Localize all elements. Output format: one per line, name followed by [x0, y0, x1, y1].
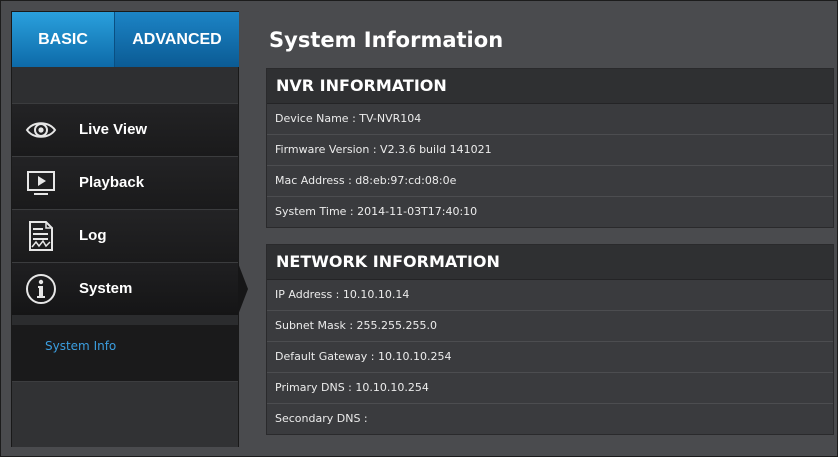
sidebar-item-playback[interactable]: Playback [12, 156, 238, 209]
log-document-icon [24, 219, 58, 253]
system-submenu: System Info [12, 325, 238, 381]
info-row-secondary-dns: Secondary DNS : [267, 403, 833, 434]
active-item-pointer [238, 263, 248, 315]
sidebar-footer [12, 381, 238, 447]
info-row-mac-address: Mac Address : d8:eb:97:cd:08:0e [267, 165, 833, 196]
tab-basic[interactable]: BASIC [12, 12, 114, 67]
tab-advanced[interactable]: ADVANCED [114, 12, 239, 67]
app-window: BASIC ADVANCED Live View Playback Log Sy… [0, 0, 838, 457]
sidebar-item-label: Playback [79, 174, 145, 191]
network-information-panel: NETWORK INFORMATION IP Address : 10.10.1… [266, 244, 834, 435]
sidebar-item-label: Log [79, 227, 107, 244]
info-icon [24, 272, 58, 306]
eye-icon [24, 113, 58, 147]
sidebar-item-label: Live View [79, 121, 148, 138]
info-row-ip-address: IP Address : 10.10.10.14 [275, 288, 410, 301]
info-row-primary-dns: Primary DNS : 10.10.10.254 [267, 372, 833, 403]
info-row-default-gateway: Default Gateway : 10.10.10.254 [267, 341, 833, 372]
info-row-firmware-version: Firmware Version : V2.3.6 build 141021 [267, 134, 833, 165]
sidebar-item-label: System [79, 280, 133, 297]
panel-header: NVR INFORMATION [267, 69, 833, 104]
sidebar-item-log[interactable]: Log [12, 209, 238, 262]
submenu-item-system-info[interactable]: System Info [45, 339, 116, 353]
panel-header: NETWORK INFORMATION [267, 245, 833, 280]
info-row-device-name: Device Name : TV-NVR104 [275, 112, 422, 125]
info-row-subnet-mask: Subnet Mask : 255.255.255.0 [267, 310, 833, 341]
playback-monitor-icon [24, 166, 58, 200]
info-row-system-time: System Time : 2014-11-03T17:40:10 [267, 196, 833, 227]
sidebar: BASIC ADVANCED Live View Playback Log Sy… [11, 11, 248, 447]
nav-spacer [12, 67, 238, 103]
mode-tabs: BASIC ADVANCED [12, 12, 239, 79]
sidebar-item-system[interactable]: System [12, 262, 248, 315]
nvr-information-panel: NVR INFORMATION Device Name : TV-NVR104 … [266, 68, 834, 228]
sidebar-item-live-view[interactable]: Live View [12, 103, 238, 156]
page-title: System Information [269, 28, 504, 52]
